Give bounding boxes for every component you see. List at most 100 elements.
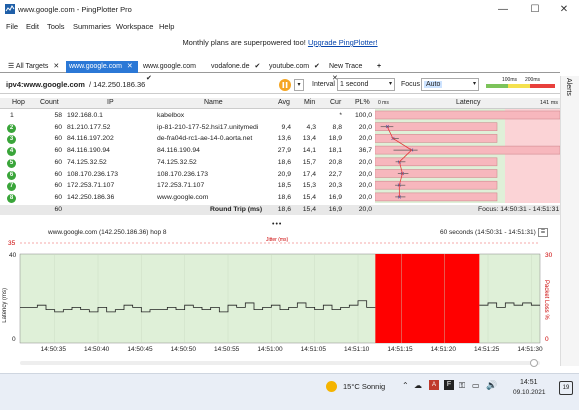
hop-pl: 20,0 <box>358 135 372 143</box>
hop-count: 60 <box>54 135 62 143</box>
hop-min: 13,4 <box>302 135 316 143</box>
chevron-down-icon: ▾ <box>388 81 392 87</box>
x-tick-label: 14:51:10 <box>344 346 370 353</box>
x-tick-label: 14:50:55 <box>214 346 240 353</box>
menu-file[interactable]: File <box>6 22 18 31</box>
hop-number-badge: 5 <box>7 158 16 168</box>
close-tab-icon[interactable]: ✕ <box>53 63 59 70</box>
volume-icon[interactable]: 🔊 <box>486 380 497 391</box>
timeline-scroll-thumb[interactable] <box>530 359 538 367</box>
rt-min: 15,4 <box>302 206 316 213</box>
hop-name: 84.116.190.94 <box>157 147 200 155</box>
target-toolbar: ipv4:www.google.com / 142.250.186.36 ▾ I… <box>0 76 560 94</box>
menu-bar: File Edit Tools Summaries Workspace Help <box>0 20 579 34</box>
x-tick-label: 14:51:30 <box>517 346 543 353</box>
tab-google-active[interactable]: www.google.com ✕ <box>66 61 138 73</box>
focus-select[interactable]: Auto ▾ <box>421 78 479 91</box>
target-ip: / 142.250.186.36 <box>89 80 146 89</box>
col-hop[interactable]: Hop <box>12 99 25 106</box>
splitter-handle[interactable]: ••• <box>272 221 282 228</box>
menu-tools[interactable]: Tools <box>47 22 65 31</box>
hop-pl: 20,0 <box>358 193 372 201</box>
latency-timeline-svg: 14:50:35 14:50:40 14:50:45 14:50:50 14:50:55… <box>19 242 543 353</box>
tab-bar: ☰ All Targets ✕ www.google.com ✕ www.goo… <box>0 60 560 82</box>
hop-count: 60 <box>54 182 62 190</box>
hop-name: ip-81-210-177-52.hsi17.unitymedi <box>157 123 259 131</box>
minimize-button[interactable]: — <box>488 2 518 18</box>
rt-count: 60 <box>54 206 62 213</box>
col-count[interactable]: Count <box>40 99 59 106</box>
onedrive-icon[interactable]: ☁ <box>414 381 422 390</box>
packet-loss-bar <box>375 169 498 178</box>
hop-avg: 13,6 <box>277 135 291 143</box>
clock-time[interactable]: 14:51 <box>520 379 538 386</box>
weather-text[interactable]: 15°C Sonnig <box>343 382 385 391</box>
hop-cur: 20,8 <box>328 158 342 166</box>
check-icon: ✔ <box>314 63 320 70</box>
menu-edit[interactable]: Edit <box>26 22 39 31</box>
latency-max-label: 141 ms <box>540 100 559 106</box>
hop-ip: 84.116.197.202 <box>67 135 114 143</box>
app-tray-icon[interactable]: A <box>429 380 439 390</box>
pause-icon <box>282 82 288 88</box>
tab-vodafone[interactable]: vodafone.de ✔ <box>208 61 264 73</box>
maximize-button[interactable]: ☐ <box>520 2 550 18</box>
hop-ip: 192.168.0.1 <box>67 112 103 119</box>
hop-cur: 22,7 <box>328 170 342 178</box>
latency-min-label: 0 ms <box>378 100 389 106</box>
x-tick-label: 14:51:25 <box>474 346 500 353</box>
close-button[interactable]: ✕ <box>549 2 579 18</box>
pause-button[interactable] <box>279 79 291 91</box>
menu-workspace[interactable]: Workspace <box>116 22 153 31</box>
alerts-label: Alerts <box>565 78 572 96</box>
app-tray-f-icon[interactable]: F <box>444 380 454 390</box>
packet-loss-region <box>375 254 480 343</box>
col-avg[interactable]: Avg <box>278 99 290 106</box>
chevron-up-icon[interactable]: ⌃ <box>402 381 409 390</box>
dropdown-arrow-icon[interactable]: ▾ <box>294 79 304 91</box>
hop-pl: 20,0 <box>358 182 372 190</box>
tab-all-targets[interactable]: ☰ All Targets ✕ <box>5 61 65 73</box>
col-ip[interactable]: IP <box>107 99 114 106</box>
tab-google-2[interactable]: www.google.com ✔ <box>140 61 206 82</box>
vpn-icon[interactable]: ⚿ <box>459 381 465 391</box>
hop-name: 172.253.71.107 <box>157 182 205 190</box>
menu-help[interactable]: Help <box>159 22 174 31</box>
latency-scale-green <box>486 84 508 88</box>
network-icon[interactable]: ▭ <box>472 381 480 390</box>
rt-label: Round Trip (ms) <box>210 206 263 213</box>
pingplotter-app-icon <box>5 4 15 14</box>
col-name[interactable]: Name <box>204 99 223 106</box>
alerts-sidebar[interactable]: Alerts <box>560 76 579 366</box>
hop-pl: 20,0 <box>358 158 372 166</box>
tab-label: youtube.com <box>269 63 310 70</box>
hop-name: de-fra04d-rc1-ae-14-0.aorta.net <box>157 135 253 143</box>
x-tick-label: 14:50:45 <box>127 346 153 353</box>
tab-new-trace[interactable]: New Trace ✕ <box>326 61 372 82</box>
col-pl[interactable]: PL% <box>355 99 370 106</box>
x-tick-label: 14:50:50 <box>171 346 197 353</box>
hop-number-badge: 6 <box>7 170 16 180</box>
focus-value: Auto <box>424 81 443 88</box>
menu-summaries[interactable]: Summaries <box>73 22 111 31</box>
timeline-scrollbar[interactable] <box>20 359 540 367</box>
interval-select[interactable]: 1 second ▾ <box>337 78 395 91</box>
col-latency[interactable]: Latency <box>456 99 481 106</box>
clock-date[interactable]: 09.10.2021 <box>513 389 546 396</box>
hop-avg: 9,4 <box>281 123 291 131</box>
banner-text: Monthly plans are superpowered too! <box>182 38 308 47</box>
tab-youtube[interactable]: youtube.com ✔ <box>266 61 324 73</box>
hop-pl: 100,0 <box>354 112 372 119</box>
col-min[interactable]: Min <box>304 99 315 106</box>
hop-ip: 108.170.236.173 <box>67 170 119 178</box>
hop-min: 15,3 <box>302 182 316 190</box>
close-tab-icon[interactable]: ✕ <box>127 63 133 70</box>
tab-label: All Targets <box>15 63 49 70</box>
sun-icon[interactable] <box>326 381 337 392</box>
hop-ip: 142.250.186.36 <box>67 193 115 201</box>
interval-label: Interval <box>312 81 335 88</box>
notification-badge[interactable]: 19 <box>559 381 573 395</box>
upgrade-link[interactable]: Upgrade PingPlotter! <box>308 38 378 47</box>
add-tab-button[interactable]: + <box>374 61 388 73</box>
col-cur[interactable]: Cur <box>330 99 341 106</box>
